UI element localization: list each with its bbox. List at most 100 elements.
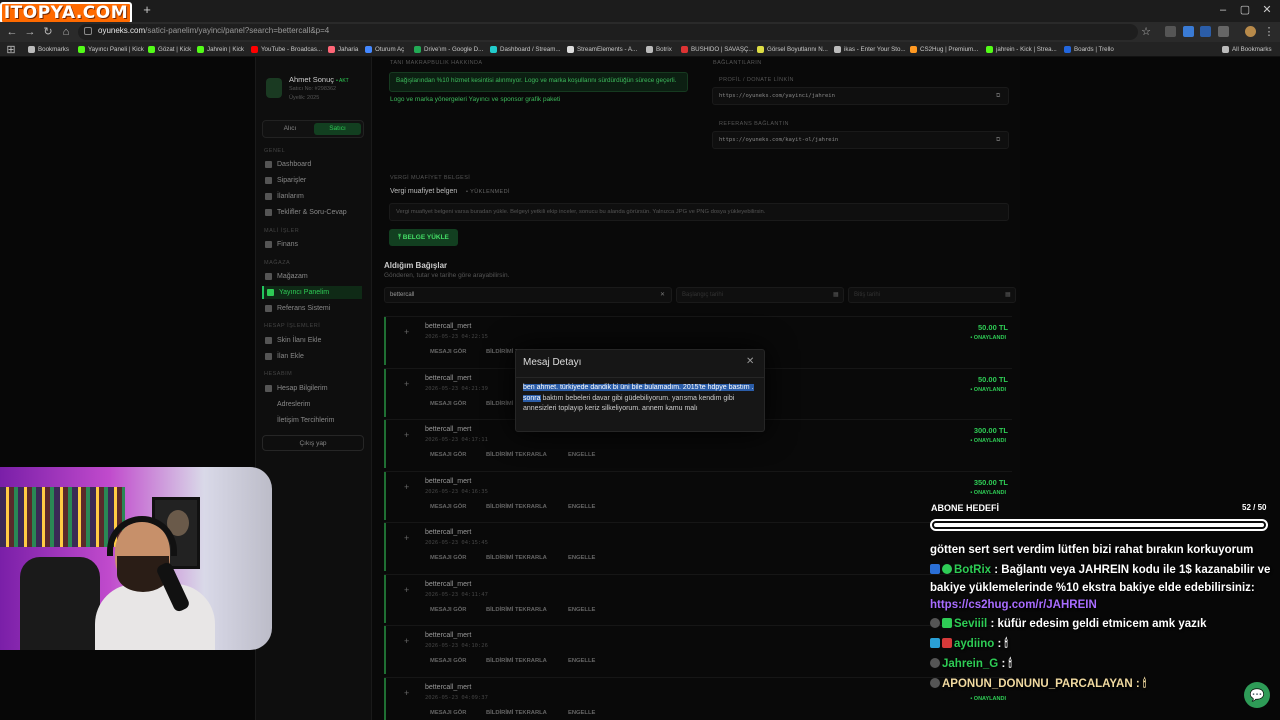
donation-date: 2026-05-23 04:15:45: [425, 540, 488, 546]
sidebar-item-contact-prefs[interactable]: İletişim Tercihlerim: [262, 414, 362, 427]
bookmark-item[interactable]: Jaharia: [328, 44, 358, 55]
sidebar-item-listings[interactable]: İlanlarım: [262, 190, 362, 203]
expand-icon[interactable]: +: [404, 430, 409, 440]
extension-icon[interactable]: [1200, 26, 1211, 37]
view-message-button[interactable]: MESAJI GÖR: [430, 504, 466, 510]
bookmark-item[interactable]: Drive'ım - Google D...: [414, 44, 483, 55]
sidebar-item-store[interactable]: Mağazam: [262, 270, 362, 283]
bookmark-item[interactable]: Gözat | Kick: [148, 44, 191, 55]
expand-icon[interactable]: +: [404, 533, 409, 543]
view-message-button[interactable]: MESAJI GÖR: [430, 710, 466, 716]
view-message-button[interactable]: MESAJI GÖR: [430, 607, 466, 613]
view-message-button[interactable]: MESAJI GÖR: [430, 555, 466, 561]
view-message-button[interactable]: MESAJI GÖR: [430, 658, 466, 664]
expand-icon[interactable]: +: [404, 688, 409, 698]
bookmark-item[interactable]: All Bookmarks: [1222, 44, 1272, 55]
copy-icon[interactable]: ⧉: [996, 137, 1000, 144]
sidebar-item-addresses[interactable]: Adreslerim: [262, 398, 362, 411]
minimize-icon[interactable]: –: [1214, 3, 1232, 17]
block-button[interactable]: ENGELLE: [568, 452, 595, 458]
row-accent: [384, 317, 386, 365]
view-message-button[interactable]: MESAJI GÖR: [430, 349, 466, 355]
block-button[interactable]: ENGELLE: [568, 710, 595, 716]
bookmark-favicon-icon: [834, 46, 841, 53]
close-icon[interactable]: ✕: [746, 356, 754, 367]
status-badge: • ONAYLANDI: [970, 335, 1006, 341]
resend-notification-button[interactable]: BİLDİRİMİ TEKRARLA: [486, 452, 547, 458]
apps-icon[interactable]: ⊞: [4, 43, 18, 57]
row-accent: [384, 677, 386, 720]
extension-icon[interactable]: [1183, 26, 1194, 37]
bookmark-item[interactable]: Botrix: [646, 44, 672, 55]
resend-notification-button[interactable]: BİLDİRİMİ TEKRARLA: [486, 607, 547, 613]
block-button[interactable]: ENGELLE: [568, 504, 595, 510]
bookmark-item[interactable]: StreamElements - A...: [567, 44, 637, 55]
profile-avatar[interactable]: [1245, 26, 1256, 37]
expand-icon[interactable]: +: [404, 482, 409, 492]
bookmark-item[interactable]: Dashboard / Stream...: [490, 44, 561, 55]
expand-icon[interactable]: +: [404, 327, 409, 337]
copy-icon[interactable]: ⧉: [996, 93, 1000, 100]
new-tab-button[interactable]: +: [140, 3, 154, 17]
sidebar-item-referral[interactable]: Referans Sistemi: [262, 302, 362, 315]
sidebar-item-label: Adreslerim: [277, 401, 311, 408]
seller-toggle[interactable]: Satıcı: [314, 123, 361, 135]
expand-icon[interactable]: +: [404, 585, 409, 595]
site-info-icon[interactable]: [84, 27, 92, 35]
calendar-icon[interactable]: ▦: [833, 291, 839, 298]
bookmark-item[interactable]: ikas - Enter Your Sto...: [834, 44, 906, 55]
bookmark-item[interactable]: Yayıncı Paneli | Kick: [78, 44, 144, 55]
reload-icon[interactable]: ↻: [41, 25, 55, 39]
star-icon[interactable]: ☆: [1139, 25, 1153, 39]
bookmark-item[interactable]: jahrein - Kick | Strea...: [986, 44, 1057, 55]
bookmark-item[interactable]: Bookmarks: [28, 44, 69, 55]
home-icon[interactable]: ⌂: [59, 25, 73, 39]
buyer-toggle[interactable]: Alıcı: [268, 124, 312, 134]
forward-icon[interactable]: →: [23, 25, 37, 39]
bookmark-item[interactable]: Boards | Trello: [1064, 44, 1114, 55]
bookmark-item[interactable]: BUSHIDO | SAVAŞÇ...: [681, 44, 754, 55]
sidebar-section-store: MAĞAZA: [264, 260, 291, 266]
ref-link-label: REFERANS BAĞLANTIN: [719, 121, 789, 127]
sidebar-item-offers[interactable]: Teklifler & Soru-Cevap: [262, 206, 362, 219]
back-icon[interactable]: ←: [5, 25, 19, 39]
bookmark-label: Drive'ım - Google D...: [424, 46, 484, 53]
sidebar-item-dashboard[interactable]: Dashboard: [262, 158, 362, 171]
sidebar-item-account-info[interactable]: Hesap Bilgilerim: [262, 382, 362, 395]
chat-bubble-icon[interactable]: 💬: [1244, 682, 1270, 708]
resend-notification-button[interactable]: BİLDİRİMİ TEKRARLA: [486, 504, 547, 510]
bookmark-label: Botrix: [656, 46, 672, 53]
sidebar-item-add-listing[interactable]: İlan Ekle: [262, 350, 362, 363]
bookmark-item[interactable]: Oturum Aç: [365, 44, 404, 55]
donation-search-input[interactable]: [384, 287, 672, 303]
resend-notification-button[interactable]: BİLDİRİMİ TEKRARLA: [486, 555, 547, 561]
calendar-icon[interactable]: ▦: [1005, 291, 1011, 298]
view-message-button[interactable]: MESAJI GÖR: [430, 401, 466, 407]
bookmark-item[interactable]: CS2Hug | Premium...: [910, 44, 978, 55]
bookmark-item[interactable]: Görsel Boyutlarını N...: [757, 44, 828, 55]
sidebar-item-add-skin[interactable]: Skin İlanı Ekle: [262, 334, 362, 347]
puzzle-icon[interactable]: [1218, 26, 1229, 37]
sidebar-item-finance[interactable]: Finans: [262, 238, 362, 251]
close-window-icon[interactable]: ✕: [1258, 3, 1276, 17]
view-message-button[interactable]: MESAJI GÖR: [430, 452, 466, 458]
block-button[interactable]: ENGELLE: [568, 555, 595, 561]
sidebar-item-orders[interactable]: Siparişler: [262, 174, 362, 187]
resend-notification-button[interactable]: BİLDİRİMİ TEKRARLA: [486, 658, 547, 664]
sidebar-item-streamer-panel[interactable]: Yayıncı Panelim: [262, 286, 362, 299]
menu-icon[interactable]: ⋮: [1262, 25, 1276, 39]
bookmark-item[interactable]: YouTube - Broadcas...: [251, 44, 322, 55]
sponsor-links[interactable]: Logo ve marka yönergeleri Yayıncı ve spo…: [390, 96, 560, 103]
block-button[interactable]: ENGELLE: [568, 607, 595, 613]
clear-search-icon[interactable]: ✕: [660, 291, 665, 298]
logout-button[interactable]: Çıkış yap: [262, 435, 364, 451]
resend-notification-button[interactable]: BİLDİRİMİ TEKRARLA: [486, 710, 547, 716]
bookmark-item[interactable]: Jahrein | Kick: [197, 44, 244, 55]
extension-icon[interactable]: [1165, 26, 1176, 37]
end-date-placeholder: Bitiş tarihi: [854, 292, 881, 298]
expand-icon[interactable]: +: [404, 379, 409, 389]
block-button[interactable]: ENGELLE: [568, 658, 595, 664]
expand-icon[interactable]: +: [404, 636, 409, 646]
upload-document-button[interactable]: ⤒ BELGE YÜKLE: [389, 229, 458, 246]
maximize-icon[interactable]: ▢: [1236, 3, 1254, 17]
